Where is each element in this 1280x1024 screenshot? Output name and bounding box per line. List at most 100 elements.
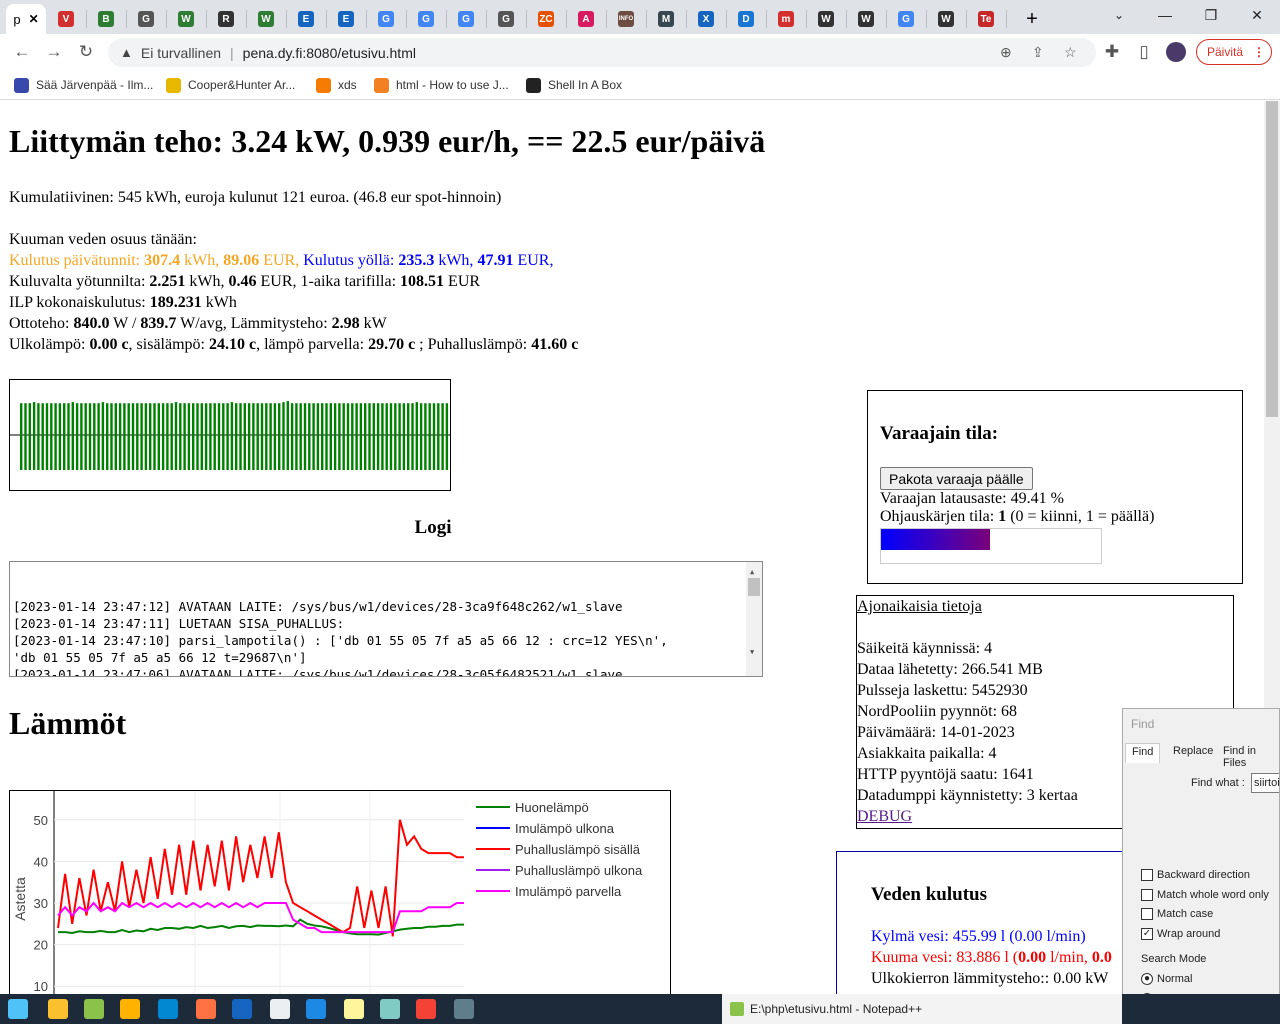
update-button[interactable]: Päivitä ⋮ bbox=[1196, 39, 1272, 65]
power-bar bbox=[149, 403, 152, 470]
not-secure-label[interactable]: Ei turvallinen bbox=[141, 45, 221, 61]
power-bar bbox=[127, 403, 130, 470]
browser-tab[interactable]: W bbox=[926, 4, 966, 34]
legend-label[interactable]: Puhalluslämpö ulkona bbox=[515, 863, 643, 878]
app-icon[interactable] bbox=[196, 999, 216, 1019]
warning-icon[interactable]: ▲ bbox=[120, 45, 133, 60]
find-option[interactable]: Backward direction bbox=[1141, 869, 1250, 881]
address-bar[interactable]: ▲ Ei turvallinen | pena.dy.fi:8080/etusi… bbox=[108, 38, 1096, 67]
app-icon[interactable] bbox=[120, 999, 140, 1019]
browser-tab[interactable]: Te bbox=[966, 4, 1006, 34]
legend-label[interactable]: Imulämpö ulkona bbox=[515, 821, 615, 836]
debug-link[interactable]: DEBUG bbox=[857, 808, 912, 825]
legend-label[interactable]: Imulämpö parvella bbox=[515, 884, 622, 899]
back-icon[interactable]: ← bbox=[10, 40, 34, 64]
power-bar bbox=[355, 403, 358, 470]
url-text[interactable]: pena.dy.fi:8080/etusivu.html bbox=[243, 45, 416, 61]
browser-tab[interactable]: M bbox=[646, 4, 686, 34]
find-dialog-tab[interactable]: Find in Files bbox=[1217, 743, 1279, 769]
bookmark-item[interactable]: Sää Järvenpää - Ilm... bbox=[14, 76, 153, 94]
browser-tab[interactable]: G bbox=[406, 4, 446, 34]
tab-close-icon[interactable]: ✕ bbox=[29, 12, 39, 26]
log-scrollbar[interactable]: ▲ ▼ bbox=[746, 562, 762, 676]
windows-start-icon[interactable] bbox=[8, 999, 28, 1019]
browser-tab[interactable]: X bbox=[686, 4, 726, 34]
log-textarea[interactable]: [2023-01-14 23:47:12] AVATAAN LAITE: /sy… bbox=[9, 561, 763, 677]
legend-label[interactable]: Huonelämpö bbox=[515, 800, 589, 815]
browser-tab[interactable]: W bbox=[806, 4, 846, 34]
browser-tab[interactable]: W bbox=[246, 4, 286, 34]
steam-icon[interactable] bbox=[232, 999, 252, 1019]
checkbox[interactable]: ✓ bbox=[1141, 927, 1153, 940]
browser-tab[interactable]: E bbox=[326, 4, 366, 34]
bookmark-star-icon[interactable]: ☆ bbox=[1064, 44, 1077, 61]
tab-favicon-icon: G bbox=[418, 11, 434, 27]
power-bar bbox=[196, 403, 199, 470]
chrome-icon[interactable] bbox=[416, 999, 436, 1019]
browser-tab[interactable]: G bbox=[126, 4, 166, 34]
browser-tab[interactable]: G bbox=[446, 4, 486, 34]
charge-progress-fill bbox=[881, 529, 990, 550]
browser-tab[interactable]: V bbox=[46, 4, 86, 34]
power-bar bbox=[398, 403, 401, 470]
bookmark-item[interactable]: Cooper&Hunter Ar... bbox=[166, 76, 295, 94]
browser-tab[interactable]: W bbox=[166, 4, 206, 34]
find-option[interactable]: ✓ Wrap around bbox=[1141, 927, 1220, 940]
extensions-icon[interactable]: ✚ bbox=[1100, 40, 1124, 64]
forward-icon[interactable]: → bbox=[42, 40, 66, 64]
browser-tab[interactable]: G bbox=[486, 4, 526, 34]
bookmark-item[interactable]: Shell In A Box bbox=[526, 76, 622, 94]
checkbox[interactable] bbox=[1141, 888, 1153, 901]
reload-icon[interactable]: ↻ bbox=[74, 40, 98, 64]
legend-label[interactable]: Puhalluslämpö sisällä bbox=[515, 842, 641, 857]
share-icon[interactable]: ⇪ bbox=[1032, 44, 1044, 61]
app-icon[interactable] bbox=[270, 999, 290, 1019]
new-tab-button[interactable]: + bbox=[1012, 4, 1052, 34]
kuuma-vesi-line: Kuuma vesi: 83.886 l (0.00 l/min, 0.0 bbox=[871, 947, 1135, 968]
file-explorer-icon[interactable] bbox=[48, 999, 68, 1019]
lammitys-label: Lämmitysteho: bbox=[230, 315, 328, 332]
browser-tab[interactable]: G bbox=[366, 4, 406, 34]
checkbox[interactable] bbox=[1141, 869, 1153, 881]
tab-search-icon[interactable]: ⌄ bbox=[1096, 0, 1142, 30]
page-scrollbar-thumb[interactable] bbox=[1266, 101, 1278, 417]
tab-active[interactable]: p ✕ bbox=[6, 4, 46, 34]
browser-tab[interactable]: E bbox=[286, 4, 326, 34]
sidepanel-icon[interactable]: ▯ bbox=[1132, 40, 1156, 64]
checkbox[interactable] bbox=[1141, 908, 1153, 920]
power-bar bbox=[243, 403, 246, 470]
app-icon[interactable] bbox=[84, 999, 104, 1019]
find-what-input[interactable]: siirtoi bbox=[1251, 773, 1279, 793]
browser-tab[interactable]: G bbox=[886, 4, 926, 34]
bookmark-item[interactable]: html - How to use J... bbox=[374, 76, 509, 94]
browser-tab[interactable]: A bbox=[566, 4, 606, 34]
find-option[interactable]: Match case bbox=[1141, 908, 1213, 920]
notepadpp-taskbar-item[interactable]: E:\php\etusivu.html - Notepad++ bbox=[722, 994, 1122, 1024]
app-icon[interactable] bbox=[158, 999, 178, 1019]
browser-tab[interactable]: INFO bbox=[606, 4, 646, 34]
zoom-icon[interactable]: ⊕ bbox=[1000, 44, 1012, 61]
close-window-icon[interactable]: ✕ bbox=[1234, 0, 1280, 30]
browser-tab[interactable]: ZC bbox=[526, 4, 566, 34]
radio-button[interactable]: ● bbox=[1141, 973, 1153, 985]
browser-tab[interactable]: B bbox=[86, 4, 126, 34]
browser-tab[interactable]: D bbox=[726, 4, 766, 34]
browser-tab[interactable]: W bbox=[846, 4, 886, 34]
app-icon[interactable] bbox=[380, 999, 400, 1019]
browser-tab[interactable]: m bbox=[766, 4, 806, 34]
calculator-icon[interactable] bbox=[454, 999, 474, 1019]
find-dialog-tab[interactable]: Replace bbox=[1167, 743, 1219, 763]
avatar[interactable] bbox=[1164, 40, 1188, 64]
force-heater-button[interactable]: Pakota varaaja päälle bbox=[880, 467, 1033, 490]
restore-icon[interactable]: ❐ bbox=[1188, 0, 1234, 30]
find-option[interactable]: Match whole word only bbox=[1141, 888, 1269, 901]
find-dialog-tab[interactable]: Find bbox=[1125, 743, 1161, 763]
tab-favicon-icon: G bbox=[138, 11, 154, 27]
onedrive-icon[interactable] bbox=[306, 999, 326, 1019]
bookmark-label: Cooper&Hunter Ar... bbox=[188, 78, 296, 92]
browser-tab[interactable]: R bbox=[206, 4, 246, 34]
bookmark-item[interactable]: xds bbox=[316, 76, 357, 94]
notepad-icon[interactable] bbox=[344, 999, 364, 1019]
search-mode-option[interactable]: ● Normal bbox=[1141, 973, 1192, 985]
minimize-icon[interactable]: — bbox=[1142, 0, 1188, 30]
